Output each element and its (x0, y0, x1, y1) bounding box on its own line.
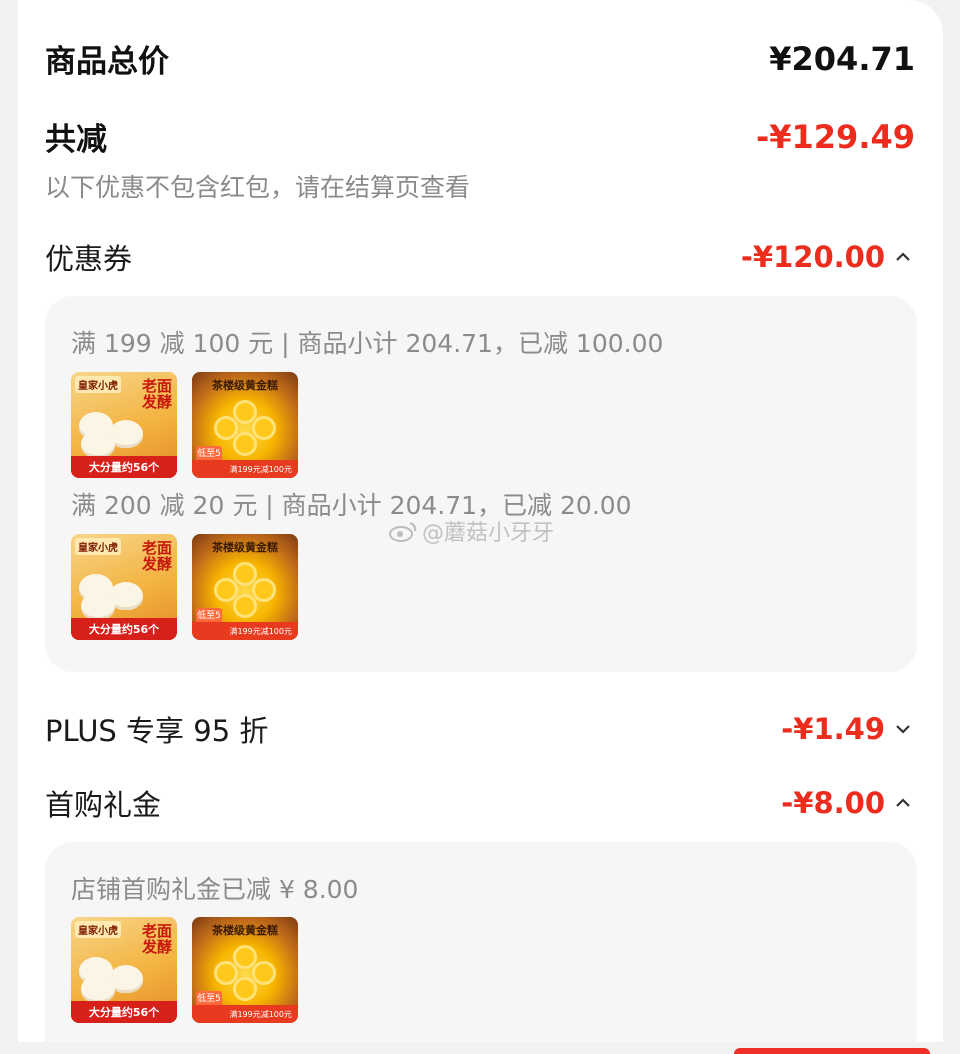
cake-bar: 满199元减100元 (192, 622, 298, 640)
coupon-detail-panel: 满 199 减 100 元 | 商品小计 204.71，已减 100.00 皇家… (45, 296, 917, 672)
bun-bar: 大分量约56个 (71, 1001, 177, 1023)
cake-petal (233, 594, 257, 618)
cake-title: 茶楼级黄金糕 (212, 541, 278, 554)
watermark-text: @蘑菇小牙牙 (422, 521, 555, 546)
first-gift-row[interactable]: 首购礼金 -¥8.00 (45, 782, 915, 824)
product-thumb-bun[interactable]: 皇家小虎 老面发酵 大分量约56个 (71, 372, 177, 478)
bun-brand: 皇家小虎 (75, 376, 121, 393)
first-gift-detail: 店铺首购礼金已减 ¥ 8.00 (71, 875, 359, 904)
total-price-value: ¥204.71 (769, 39, 915, 78)
plus-discount-row[interactable]: PLUS 专享 95 折 -¥1.49 (45, 708, 915, 750)
plus-amount: -¥1.49 (781, 712, 915, 746)
bun-shape (81, 430, 115, 458)
bun-tag: 老面发酵 (141, 922, 172, 956)
plus-value: -¥1.49 (781, 712, 885, 746)
cake-petal (252, 578, 276, 602)
cake-bar: 满199元减100元 (192, 1005, 298, 1023)
cake-petal (252, 961, 276, 985)
total-price-label: 商品总价 (45, 44, 169, 80)
product-thumb-cake[interactable]: 茶楼级黄金糕 低至5折 满199元减100元 (192, 534, 298, 640)
bun-bar: 大分量约56个 (71, 618, 177, 640)
bun-shape (81, 592, 115, 620)
cake-bar: 满199元减100元 (192, 460, 298, 478)
first-gift-value: -¥8.00 (781, 786, 885, 820)
total-discount-value: -¥129.49 (755, 117, 915, 156)
bun-tag: 老面发酵 (141, 377, 172, 411)
cake-petal (252, 416, 276, 440)
chevron-up-icon[interactable] (891, 247, 915, 267)
cake-petal (233, 977, 257, 1001)
coupon-rule-1: 满 199 减 100 元 | 商品小计 204.71，已减 100.00 (71, 329, 664, 358)
product-thumb-bun[interactable]: 皇家小虎 老面发酵 大分量约56个 (71, 534, 177, 640)
coupon-amount: -¥120.00 (741, 240, 915, 274)
bun-brand: 皇家小虎 (75, 921, 121, 938)
weibo-icon (389, 522, 417, 542)
first-gift-label: 首购礼金 (45, 788, 162, 822)
total-discount-row: 共减 -¥129.49 (45, 114, 915, 159)
first-gift-detail-panel: 店铺首购礼金已减 ¥ 8.00 皇家小虎 老面发酵 大分量约56个 茶楼级黄金糕… (45, 842, 917, 1054)
product-thumb-cake[interactable]: 茶楼级黄金糕 低至5折 满199元减100元 (192, 917, 298, 1023)
discount-note: 以下优惠不包含红包，请在结算页查看 (45, 173, 471, 202)
coupon-row[interactable]: 优惠券 -¥120.00 (45, 236, 915, 278)
product-thumb-bun[interactable]: 皇家小虎 老面发酵 大分量约56个 (71, 917, 177, 1023)
total-price-row: 商品总价 ¥204.71 (45, 36, 915, 81)
first-gift-amount: -¥8.00 (781, 786, 915, 820)
total-discount-label: 共减 (45, 122, 107, 158)
watermark: @蘑菇小牙牙 (388, 515, 554, 547)
coupon-label: 优惠券 (45, 242, 133, 276)
checkout-button-edge[interactable] (734, 1048, 930, 1054)
coupon-value: -¥120.00 (740, 240, 885, 274)
plus-label: PLUS 专享 95 折 (45, 714, 269, 748)
product-thumb-cake[interactable]: 茶楼级黄金糕 低至5折 满199元减100元 (192, 372, 298, 478)
bun-bar: 大分量约56个 (71, 456, 177, 478)
bun-shape (81, 975, 115, 1003)
chevron-down-icon[interactable] (891, 719, 915, 739)
chevron-up-icon[interactable] (891, 793, 915, 813)
bun-tag: 老面发酵 (141, 539, 172, 573)
cake-title: 茶楼级黄金糕 (212, 379, 278, 392)
cake-petal (233, 432, 257, 456)
cake-title: 茶楼级黄金糕 (212, 924, 278, 937)
bun-brand: 皇家小虎 (75, 538, 121, 555)
